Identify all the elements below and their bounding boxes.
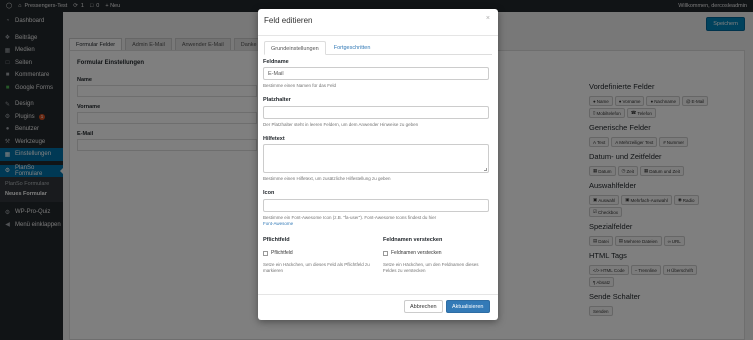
edit-field-modal: Feld editieren × Grundeinstellungen Fort… bbox=[258, 9, 498, 320]
hide-name-checkbox[interactable]: Feldnamen verstecken bbox=[383, 250, 442, 256]
hide-name-label: Feldnamen verstecken bbox=[383, 237, 443, 243]
field-name-label: Feldname bbox=[263, 59, 289, 65]
resize-grip-icon[interactable] bbox=[484, 168, 487, 171]
tab-advanced[interactable]: Fortgeschritten bbox=[328, 41, 377, 55]
modal-divider bbox=[258, 35, 498, 36]
modal-title: Feld editieren bbox=[264, 16, 313, 25]
field-name-input[interactable] bbox=[263, 67, 489, 80]
required-checkbox[interactable]: Pflichtfeld bbox=[263, 250, 293, 256]
update-button[interactable]: Aktualisieren bbox=[446, 300, 490, 313]
help-text-label: Hilfetext bbox=[263, 136, 285, 142]
help-text-textarea[interactable] bbox=[263, 144, 489, 173]
required-label: Pflichtfeld bbox=[263, 237, 290, 243]
cancel-button[interactable]: Abbrechen bbox=[404, 300, 443, 313]
required-help: Setze ein Häckchen, um dieses Feld als P… bbox=[263, 262, 370, 273]
close-icon[interactable]: × bbox=[486, 15, 490, 22]
icon-help: Bestimme ein Font-Awesome Icon (z.B. "fa… bbox=[263, 215, 437, 226]
placeholder-input[interactable] bbox=[263, 106, 489, 119]
checkbox-box[interactable] bbox=[383, 250, 388, 256]
font-awesome-link[interactable]: Font-Awesome bbox=[263, 221, 293, 226]
placeholder-help: Der Platzhalter steht in leeren Feldern,… bbox=[263, 122, 419, 127]
hide-name-help: Setze ein Häckchen, um den Feldnamen die… bbox=[383, 262, 479, 273]
checkbox-box[interactable] bbox=[263, 250, 268, 256]
tab-basic-settings[interactable]: Grundeinstellungen bbox=[264, 41, 326, 55]
icon-input[interactable] bbox=[263, 199, 489, 212]
help-text-help: Bestimme einen Hilfetext, um zusätzliche… bbox=[263, 176, 391, 181]
placeholder-label: Platzhalter bbox=[263, 97, 291, 103]
modal-footer-divider bbox=[258, 294, 498, 295]
field-name-help: Bestimme einen Namen für das Feld bbox=[263, 83, 337, 88]
modal-tabs: Grundeinstellungen Fortgeschritten bbox=[264, 41, 492, 55]
icon-label: Icon bbox=[263, 190, 275, 196]
